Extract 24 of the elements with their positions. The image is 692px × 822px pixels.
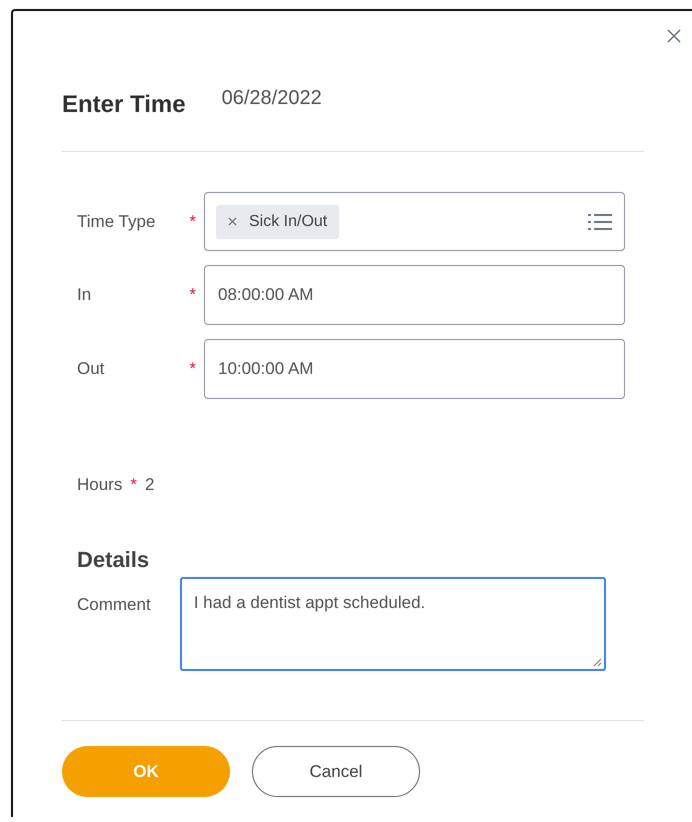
time-field[interactable]: 08:00:00 AM: [204, 265, 625, 325]
selected-chip[interactable]: Sick In/Out: [216, 204, 340, 238]
required-mark: *: [130, 475, 137, 495]
remove-icon[interactable]: [228, 217, 237, 226]
required-mark: *: [189, 285, 196, 305]
hours-label: Hours: [77, 475, 122, 495]
cancel-button[interactable]: Cancel: [252, 746, 420, 797]
close-icon[interactable]: [666, 28, 682, 44]
hours-value: 2: [144, 475, 154, 495]
dialog-title: Enter Time: [62, 91, 186, 119]
required-mark: *: [189, 359, 196, 379]
field-label: In: [77, 285, 92, 305]
resize-handle-icon[interactable]: [592, 657, 602, 667]
time-field[interactable]: 10:00:00 AM: [204, 339, 625, 399]
required-mark: *: [189, 212, 196, 232]
select-field[interactable]: Sick In/Out: [204, 192, 625, 251]
section-heading: Details: [77, 547, 150, 573]
field-label: Out: [77, 359, 104, 379]
comment-label: Comment: [77, 595, 151, 616]
field-label: Time Type: [77, 212, 156, 232]
date-text: 06/28/2022: [222, 87, 322, 110]
list-icon[interactable]: [588, 212, 612, 230]
chip-label: Sick In/Out: [249, 212, 328, 230]
comment-field[interactable]: I had a dentist appt scheduled.: [180, 577, 606, 671]
